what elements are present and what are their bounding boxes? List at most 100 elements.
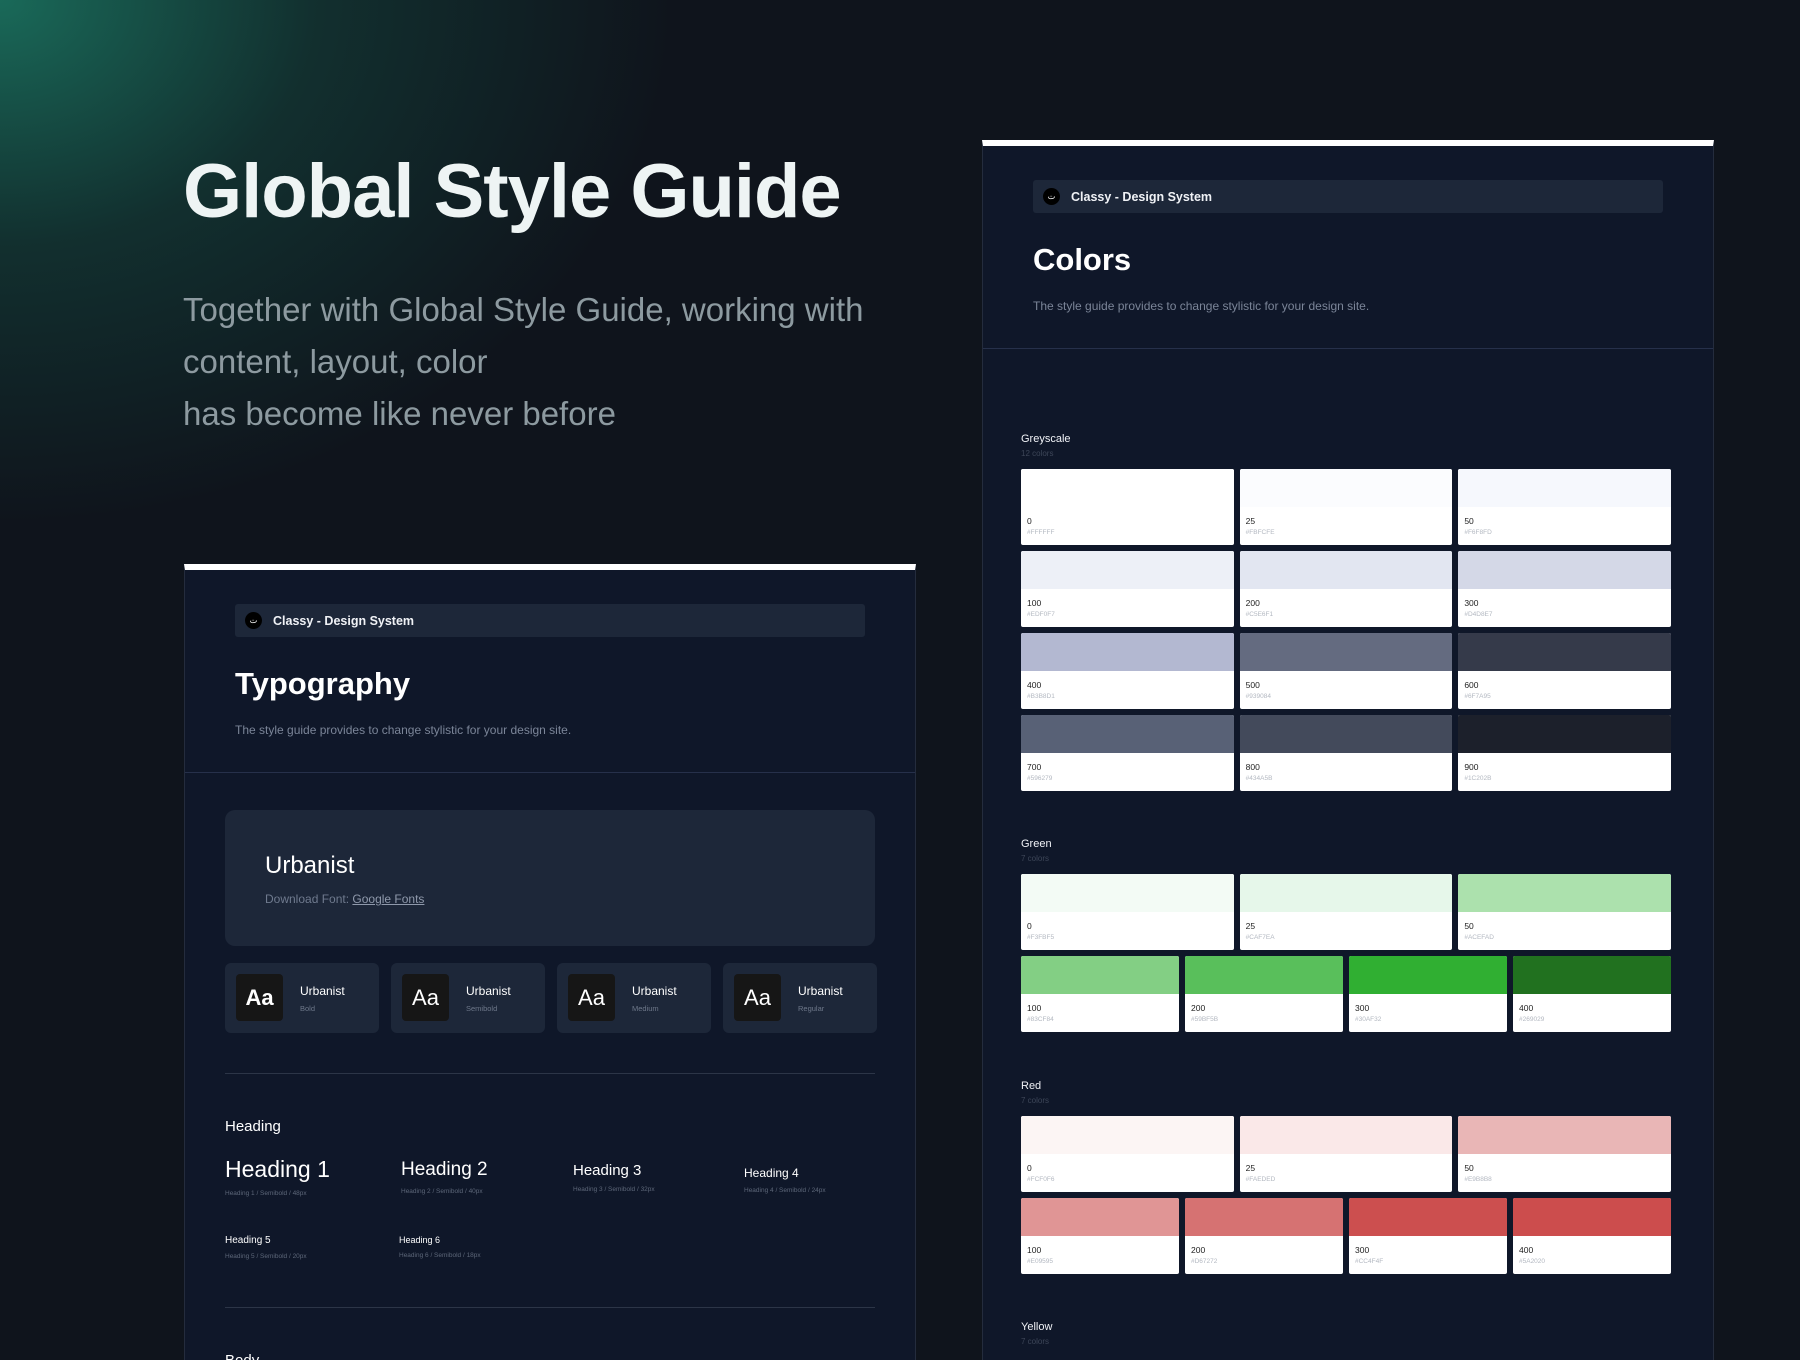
color-swatch[interactable]: 200 #D67272: [1185, 1198, 1343, 1274]
color-swatch[interactable]: 0 #FFFFFF: [1021, 469, 1234, 545]
swatch-hex: #FAEDED: [1245, 1176, 1276, 1183]
swatch-hex: #5A2020: [1519, 1258, 1546, 1265]
download-label: Download Font:: [265, 892, 350, 906]
color-group-label: Green: [1021, 838, 1052, 850]
divider: [225, 1307, 875, 1308]
swatch-hex: #30AF32: [1355, 1016, 1382, 1023]
color-swatch[interactable]: 900 #1C202B: [1458, 715, 1671, 791]
swatch-name: 200: [1191, 1245, 1206, 1255]
swatch-name: 100: [1027, 1245, 1042, 1255]
swatch-name: 50: [1464, 1163, 1474, 1173]
color-swatch[interactable]: 200 #C5E6F1: [1239, 551, 1453, 627]
color-chip: [1239, 1116, 1453, 1154]
swatch-name: 100: [1027, 598, 1042, 608]
color-swatch[interactable]: 50 #ACEFAD: [1458, 874, 1671, 950]
color-swatch[interactable]: 25 #FBFCFE: [1239, 469, 1453, 545]
hero-subtitle-line: has become like never before: [183, 395, 616, 432]
color-swatch[interactable]: 0 #F3FBF5: [1021, 874, 1234, 950]
swatch-name: 700: [1027, 762, 1042, 772]
color-swatch[interactable]: 400 #5A2020: [1513, 1198, 1671, 1274]
swatch-name: 25: [1245, 1163, 1256, 1173]
swatch-hex: #F3FBF5: [1027, 934, 1055, 941]
color-swatch[interactable]: 100 #E09595: [1021, 1198, 1179, 1274]
swatch-name: 300: [1464, 598, 1479, 608]
color-swatch[interactable]: 100 #EDF0F7: [1021, 551, 1234, 627]
divider: [185, 772, 915, 773]
color-swatch[interactable]: 800 #434A5B: [1239, 715, 1453, 791]
color-chip: [1349, 956, 1507, 994]
color-swatch[interactable]: 50 #F6F8FD: [1458, 469, 1671, 545]
font-weights: Aa Urbanist Bold Aa Urbanist Semibold Aa…: [225, 963, 877, 1033]
color-swatch[interactable]: 700 #596279: [1021, 715, 1234, 791]
weight-style: Semibold: [466, 1004, 498, 1013]
heading-text: Heading 6: [399, 1235, 441, 1245]
color-group-count: 12 colors: [1021, 449, 1054, 458]
swatch-hex: #EDF0F7: [1027, 611, 1055, 618]
color-swatch[interactable]: 300 #D4D8E7: [1458, 551, 1671, 627]
color-chip: [1458, 633, 1671, 671]
color-chip: [1239, 633, 1453, 671]
color-chip: [1021, 1116, 1234, 1154]
app-bar[interactable]: ت Classy - Design System: [235, 604, 865, 637]
color-chip: [1239, 551, 1453, 589]
heading-text: Heading 2: [401, 1159, 488, 1180]
swatch-hex: #6F7A95: [1464, 693, 1491, 700]
color-swatch[interactable]: 100 #83CF84: [1021, 956, 1179, 1032]
heading-meta: Heading 6 / Semibold / 18px: [399, 1252, 481, 1259]
color-swatch[interactable]: 400 #B3B8D1: [1021, 633, 1234, 709]
color-group-count: 7 colors: [1021, 1337, 1050, 1346]
classy-logo-icon: ت: [245, 612, 262, 629]
heading-sample-2: Heading 2 Heading 2 / Semibold / 40px: [401, 1159, 488, 1195]
color-swatch[interactable]: 300 #CC4F4F: [1349, 1198, 1507, 1274]
color-swatch[interactable]: 25 #FAEDED: [1239, 1116, 1453, 1192]
color-chip: [1239, 874, 1453, 912]
weight-sample: Aa: [734, 974, 781, 1021]
color-group-label: Red: [1021, 1080, 1042, 1092]
app-name: Classy - Design System: [273, 613, 415, 628]
swatch-hex: #83CF84: [1027, 1016, 1054, 1023]
page-title: Typography: [235, 666, 411, 701]
heading-meta: Heading 2 / Semibold / 40px: [401, 1188, 483, 1195]
heading-sample-4: Heading 4 Heading 4 / Semibold / 24px: [744, 1166, 826, 1194]
section-label-heading: Heading: [225, 1118, 281, 1135]
heading-text: Heading 1: [225, 1156, 330, 1182]
swatch-hex: #1C202B: [1464, 775, 1492, 782]
color-chip: [1021, 551, 1234, 589]
color-chip: [1458, 551, 1671, 589]
font-card: Urbanist Download Font: Google Fonts: [225, 810, 875, 946]
page-description: The style guide provides to change styli…: [1033, 299, 1370, 313]
weight-sample: Aa: [236, 974, 283, 1021]
page-title: Colors: [1033, 242, 1132, 277]
weight-card-bold: Aa Urbanist Bold: [225, 963, 379, 1033]
weight-font-name: Urbanist: [466, 984, 511, 998]
color-chip: [1021, 633, 1234, 671]
google-fonts-link[interactable]: Google Fonts: [352, 892, 424, 906]
weight-font-name: Urbanist: [632, 984, 677, 998]
color-chip: [1021, 715, 1234, 753]
color-swatch[interactable]: 50 #E9B8B8: [1458, 1116, 1671, 1192]
color-swatch[interactable]: 600 #6F7A95: [1458, 633, 1671, 709]
heading-sample-1: Heading 1 Heading 1 / Semibold / 48px: [225, 1156, 330, 1197]
swatch-name: 400: [1519, 1245, 1534, 1255]
color-swatch[interactable]: 300 #30AF32: [1349, 956, 1507, 1032]
swatch-name: 800: [1245, 762, 1260, 772]
color-chip: [1021, 469, 1234, 507]
color-swatch[interactable]: 200 #59BF5B: [1185, 956, 1343, 1032]
heading-meta: Heading 5 / Semibold / 20px: [225, 1253, 307, 1260]
weight-style: Medium: [632, 1004, 659, 1013]
color-swatch[interactable]: 400 #269029: [1513, 956, 1671, 1032]
weight-style: Bold: [300, 1004, 316, 1013]
swatch-hex: #CAF7EA: [1245, 934, 1275, 941]
section-label-body: Body: [225, 1352, 259, 1360]
color-chip: [1239, 469, 1453, 507]
swatch-name: 0: [1027, 516, 1032, 526]
color-swatch[interactable]: 500 #939084: [1239, 633, 1453, 709]
weight-sample: Aa: [568, 974, 615, 1021]
app-bar[interactable]: ت Classy - Design System: [1033, 180, 1663, 213]
weight-font-name: Urbanist: [798, 984, 843, 998]
color-swatch[interactable]: 0 #FCF0F6: [1021, 1116, 1234, 1192]
heading-meta: Heading 1 / Semibold / 48px: [225, 1190, 307, 1197]
swatch-hex: #434A5B: [1245, 775, 1273, 782]
swatch-name: 25: [1245, 516, 1256, 526]
color-swatch[interactable]: 25 #CAF7EA: [1239, 874, 1453, 950]
